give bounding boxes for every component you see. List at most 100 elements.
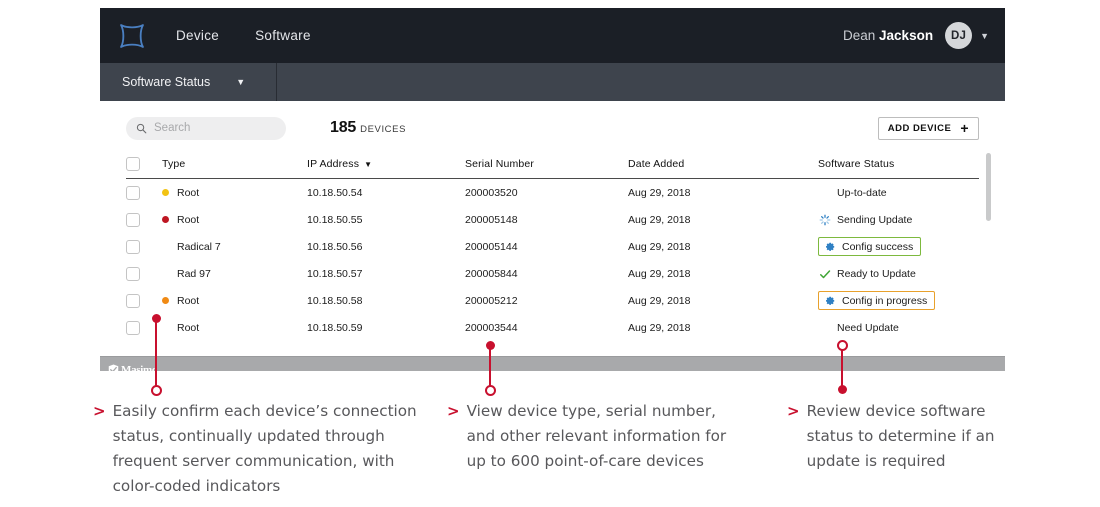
cell-type-label: Root	[177, 186, 200, 199]
chevron-down-icon[interactable]: ▼	[980, 31, 989, 41]
select-all-checkbox[interactable]	[126, 156, 140, 171]
user-first-name: Dean	[842, 28, 876, 43]
annotation-text: Review device software status to determi…	[806, 402, 995, 470]
gear-icon	[823, 294, 836, 307]
table-row[interactable]: Root 10.18.50.55 200005148 Aug 29, 2018	[126, 206, 979, 233]
row-checkbox[interactable]	[126, 266, 140, 281]
annotation-bullet: >	[93, 402, 106, 420]
cell-type: Root	[162, 322, 307, 334]
status-badge: Ready to Update	[818, 267, 916, 280]
status-label: Config in progress	[842, 294, 928, 307]
application-footer: Masimo	[100, 356, 1005, 371]
status-badge[interactable]: Config in progress	[818, 291, 936, 310]
connection-status-dot	[162, 324, 169, 331]
annotation-bullet: >	[787, 402, 800, 420]
cell-date-added: Aug 29, 2018	[628, 321, 691, 334]
status-badge: Need Update	[818, 322, 899, 334]
table-scrollbar[interactable]	[986, 153, 991, 221]
cell-serial-number: 200005212	[465, 294, 518, 307]
check-icon	[818, 267, 831, 280]
caret-down-icon: ▼	[364, 159, 373, 169]
device-count: 185 DEVICES	[330, 119, 406, 137]
column-header-type[interactable]: Type	[162, 158, 307, 170]
row-checkbox[interactable]	[126, 239, 140, 254]
connection-status-dot	[162, 297, 169, 304]
row-checkbox[interactable]	[126, 293, 140, 308]
annotation-1: > Easily confirm each device’s connectio…	[93, 399, 438, 499]
callout-end-ring	[150, 385, 162, 396]
row-checkbox[interactable]	[126, 185, 140, 200]
user-last-name: Jackson	[879, 28, 934, 43]
row-select-cell	[126, 266, 162, 281]
callout-line	[155, 318, 157, 390]
cell-serial-number: 200003544	[465, 321, 518, 334]
cell-serial-number: 200005148	[465, 213, 518, 226]
table-header-row: Type IP Address ▼ Serial Number Date Adde…	[126, 149, 979, 179]
software-status-dropdown[interactable]: Software Status ▼	[100, 63, 277, 101]
cell-software-status: Ready to Update	[818, 267, 979, 280]
table-row[interactable]: Rad 97 10.18.50.57 200005844 Aug 29, 201…	[126, 260, 979, 287]
cell-serial-number: 200005844	[465, 267, 518, 280]
masimo-wordmark: Masimo	[121, 364, 158, 371]
annotation-3: > Review device software status to deter…	[787, 399, 1012, 474]
content-area: 185DEVICES ADD DEVICE + Type IP Address ▼…	[100, 101, 1005, 356]
cell-type-label: Rad 97	[177, 267, 211, 280]
cell-date-added: Aug 29, 2018	[628, 267, 691, 280]
search-box[interactable]	[126, 116, 286, 140]
table-toolbar: 185DEVICES ADD DEVICE +	[126, 101, 979, 149]
add-device-button[interactable]: ADD DEVICE +	[877, 116, 979, 140]
cell-ip-address: 10.18.50.55	[307, 213, 363, 226]
callout-anchor-dot	[151, 314, 161, 323]
column-header-serial-number[interactable]: Serial Number	[465, 158, 628, 170]
cell-type-label: Root	[177, 294, 200, 307]
annotation-2: > View device type, serial number, and o…	[447, 399, 747, 474]
connection-status-dot	[162, 216, 169, 223]
spinner-icon	[818, 213, 831, 226]
cell-ip-address: 10.18.50.54	[307, 186, 363, 199]
cell-date-added: Aug 29, 2018	[628, 240, 691, 253]
cell-ip-address: 10.18.50.58	[307, 294, 363, 307]
status-label: Ready to Update	[837, 267, 916, 280]
cell-type: Root	[162, 187, 307, 199]
callout-line	[841, 345, 843, 390]
cell-ip-address: 10.18.50.57	[307, 267, 363, 280]
application-window: Device Software Dean Jackson DJ ▼ Softwa…	[100, 8, 1005, 371]
table-row[interactable]: Root 10.18.50.58 200005212 Aug 29, 2018 …	[126, 287, 979, 314]
nav-item-software[interactable]: Software	[255, 28, 311, 43]
masimo-star-logo[interactable]	[118, 22, 146, 50]
nav-item-device[interactable]: Device	[176, 28, 219, 43]
cell-date-added: Aug 29, 2018	[628, 294, 691, 307]
column-header-ip-address-label: IP Address	[307, 157, 360, 170]
callout-end-ring	[484, 385, 496, 396]
device-table: Type IP Address ▼ Serial Number Date Adde…	[126, 149, 991, 341]
software-status-dropdown-label: Software Status	[122, 75, 211, 89]
column-header-ip-address[interactable]: IP Address ▼	[307, 158, 465, 170]
cell-software-status: Need Update	[818, 322, 979, 334]
row-select-cell	[126, 185, 162, 200]
cell-type: Root	[162, 295, 307, 307]
add-device-label: ADD DEVICE	[887, 122, 952, 134]
sub-navigation-bar: Software Status ▼	[100, 63, 1005, 101]
row-checkbox[interactable]	[126, 212, 140, 227]
connection-status-dot	[162, 243, 169, 250]
column-header-date-added[interactable]: Date Added	[628, 158, 818, 170]
cell-software-status: Config success	[818, 237, 979, 256]
cell-software-status: Sending Update	[818, 213, 979, 226]
cell-type-label: Root	[177, 213, 200, 226]
status-label: Up-to-date	[837, 186, 887, 199]
status-badge[interactable]: Config success	[818, 237, 922, 256]
column-header-software-status[interactable]: Software Status	[818, 158, 979, 170]
table-row[interactable]: Root 10.18.50.54 200003520 Aug 29, 2018 …	[126, 179, 979, 206]
status-label: Need Update	[837, 321, 899, 334]
gear-icon	[823, 240, 836, 253]
row-checkbox[interactable]	[126, 320, 140, 335]
callout-end-ring	[836, 340, 848, 351]
cell-date-added: Aug 29, 2018	[628, 186, 691, 199]
table-row[interactable]: Root 10.18.50.59 200003544 Aug 29, 2018 …	[126, 314, 979, 341]
callout-line	[489, 345, 491, 390]
search-input[interactable]	[154, 122, 264, 134]
table-row[interactable]: Radical 7 10.18.50.56 200005144 Aug 29, …	[126, 233, 979, 260]
annotation-bullet: >	[447, 402, 460, 420]
annotation-text: Easily confirm each device’s connection …	[112, 402, 417, 495]
avatar[interactable]: DJ	[945, 22, 973, 49]
